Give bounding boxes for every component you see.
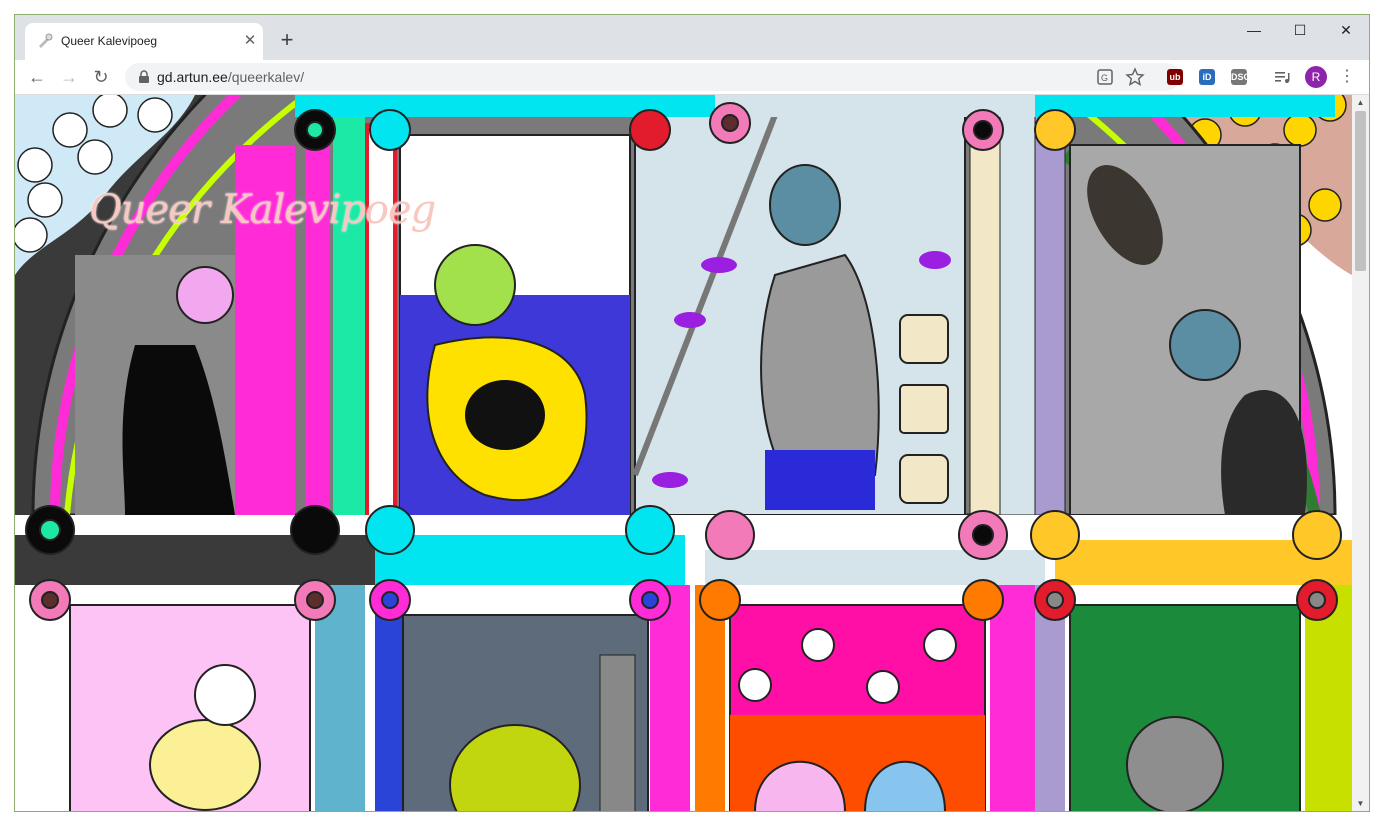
page-favicon-icon [39,33,53,48]
reload-button[interactable]: ↻ [89,65,113,89]
scroll-up-arrow-icon[interactable]: ▲ [1352,95,1369,111]
back-button[interactable]: ← [25,65,49,89]
id-extension-icon[interactable]: iD [1199,69,1215,85]
svg-text:G: G [1101,73,1108,83]
close-window-button[interactable]: ✕ [1323,15,1369,45]
maximize-button[interactable]: ☐ [1277,15,1323,45]
ublock-icon[interactable]: ub [1167,69,1183,85]
scroll-down-arrow-icon[interactable]: ▼ [1352,796,1369,811]
page-title[interactable]: Queer Kalevipoeg [89,187,436,233]
browser-toolbar: ← → ↻ gd.artun.ee/queerkalev/ G ub iD DS… [15,60,1369,95]
minimize-button[interactable]: — [1231,15,1277,45]
tab-close-icon[interactable]: ✕ [241,32,259,50]
browser-window: Queer Kalevipoeg ✕ + — ☐ ✕ ← → ↻ gd.artu… [14,14,1370,812]
tab-title: Queer Kalevipoeg [61,34,158,48]
url-host: gd.artun.ee [157,69,228,85]
scroll-thumb[interactable] [1355,111,1366,271]
translate-icon[interactable]: G [1095,67,1115,87]
lock-icon [139,70,149,83]
url-path: /queerkalev/ [227,69,305,85]
tab-queer-kalevipoeg[interactable]: Queer Kalevipoeg ✕ [25,23,263,60]
address-bar[interactable]: gd.artun.ee/queerkalev/ G [125,63,1180,91]
dsc-extension-icon[interactable]: DSC [1231,69,1250,85]
menu-kebab-icon[interactable]: ⋮ [1339,66,1355,88]
forward-button[interactable]: → [57,65,81,89]
tab-strip: Queer Kalevipoeg ✕ + — ☐ ✕ [15,15,1369,60]
profile-avatar[interactable]: R [1305,66,1327,88]
page-viewport: Queer Kalevipoeg [15,95,1352,811]
new-tab-button[interactable]: + [275,29,299,53]
vertical-scrollbar[interactable]: ▲ ▼ [1352,95,1369,811]
media-control-icon[interactable] [1273,68,1291,86]
bookmark-star-icon[interactable] [1125,67,1145,87]
url-text: gd.artun.ee/queerkalev/ [157,69,304,85]
